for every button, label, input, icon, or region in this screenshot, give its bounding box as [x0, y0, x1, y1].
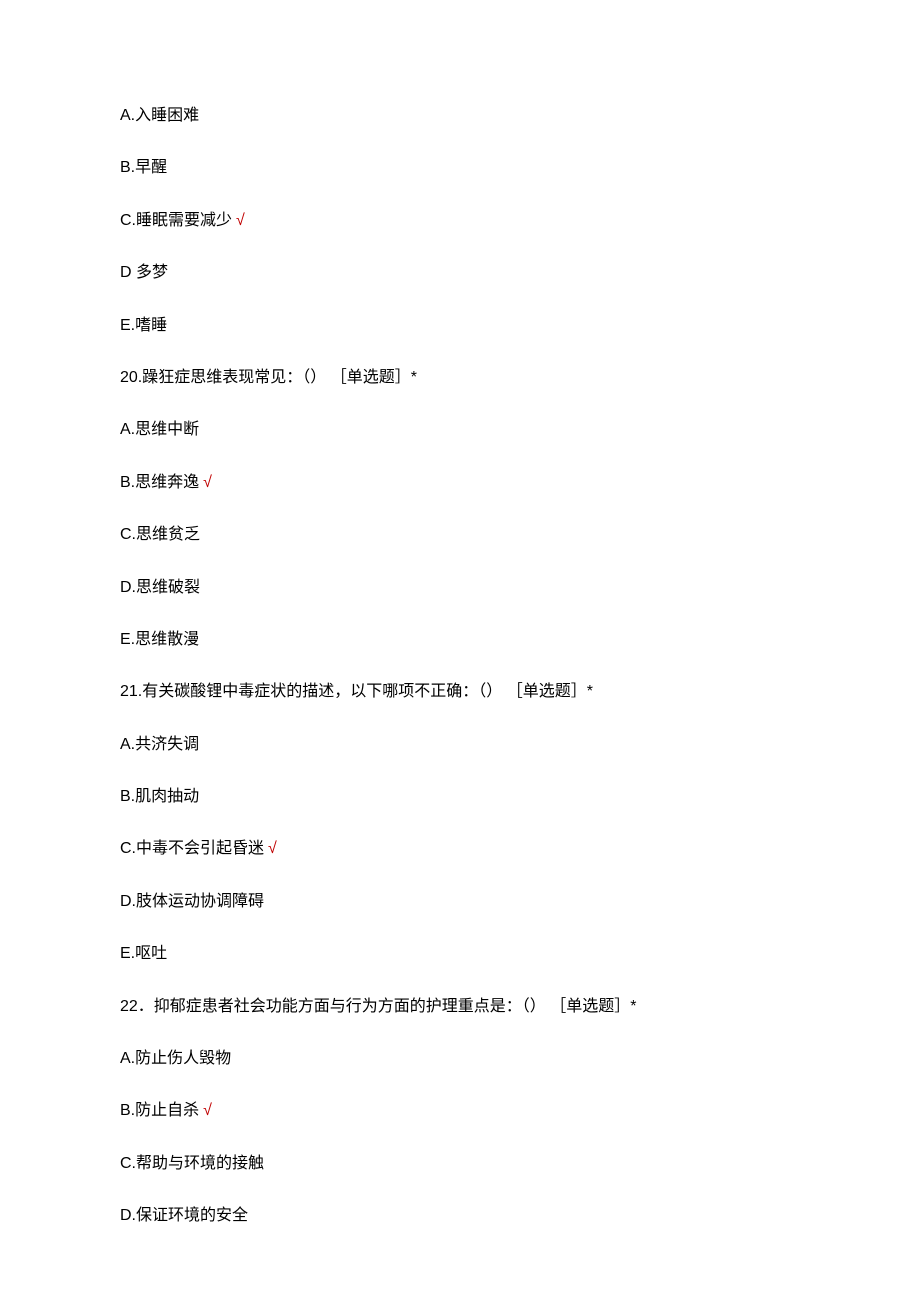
question-text: 22．抑郁症患者社会功能方面与行为方面的护理重点是：（） ［单选题］*: [120, 996, 800, 1018]
option-text: C.睡眠需要减少: [120, 212, 232, 229]
option-item: D.肢体运动协调障碍: [120, 891, 800, 913]
question-label: 20.躁狂症思维表现常见：（） ［单选题］*: [120, 369, 417, 386]
option-item: D.保证环境的安全: [120, 1205, 800, 1227]
option-text: C.中毒不会引起昏迷: [120, 840, 264, 857]
checkmark-icon: √: [203, 1102, 212, 1119]
option-text: E.思维散漫: [120, 631, 199, 648]
option-item: D.思维破裂: [120, 577, 800, 599]
option-item: A.思维中断: [120, 419, 800, 441]
question-text: 20.躁狂症思维表现常见：（） ［单选题］*: [120, 367, 800, 389]
question-label: 22．抑郁症患者社会功能方面与行为方面的护理重点是：（） ［单选题］*: [120, 998, 636, 1015]
option-text: D 多梦: [120, 264, 168, 281]
option-text: E.嗜睡: [120, 317, 167, 334]
option-item: B.思维奔逸√: [120, 472, 800, 494]
option-text: C.帮助与环境的接触: [120, 1155, 264, 1172]
option-item: A.入睡困难: [120, 105, 800, 127]
option-item: A.共济失调: [120, 734, 800, 756]
option-text: A.入睡困难: [120, 107, 199, 124]
option-item: C.睡眠需要减少√: [120, 210, 800, 232]
option-text: B.早醒: [120, 159, 167, 176]
option-item: C.思维贫乏: [120, 524, 800, 546]
option-text: A.防止伤人毁物: [120, 1050, 231, 1067]
option-text: A.共济失调: [120, 736, 199, 753]
checkmark-icon: √: [268, 840, 277, 857]
option-item: B.早醒: [120, 157, 800, 179]
option-item: B.防止自杀√: [120, 1100, 800, 1122]
option-item: C.中毒不会引起昏迷√: [120, 838, 800, 860]
option-item: E.嗜睡: [120, 315, 800, 337]
checkmark-icon: √: [203, 474, 212, 491]
option-item: B.肌肉抽动: [120, 786, 800, 808]
option-text: A.思维中断: [120, 421, 199, 438]
option-item: C.帮助与环境的接触: [120, 1153, 800, 1175]
option-item: D 多梦: [120, 262, 800, 284]
option-item: A.防止伤人毁物: [120, 1048, 800, 1070]
option-text: B.防止自杀: [120, 1102, 199, 1119]
option-text: B.肌肉抽动: [120, 788, 199, 805]
question-text: 21.有关碳酸锂中毒症状的描述，以下哪项不正确：（） ［单选题］*: [120, 681, 800, 703]
option-text: D.肢体运动协调障碍: [120, 893, 264, 910]
option-text: C.思维贫乏: [120, 526, 200, 543]
question-label: 21.有关碳酸锂中毒症状的描述，以下哪项不正确：（） ［单选题］*: [120, 683, 593, 700]
option-text: B.思维奔逸: [120, 474, 199, 491]
option-text: D.思维破裂: [120, 579, 200, 596]
option-text: E.呕吐: [120, 945, 167, 962]
checkmark-icon: √: [236, 212, 245, 229]
option-item: E.呕吐: [120, 943, 800, 965]
option-text: D.保证环境的安全: [120, 1207, 248, 1224]
option-item: E.思维散漫: [120, 629, 800, 651]
